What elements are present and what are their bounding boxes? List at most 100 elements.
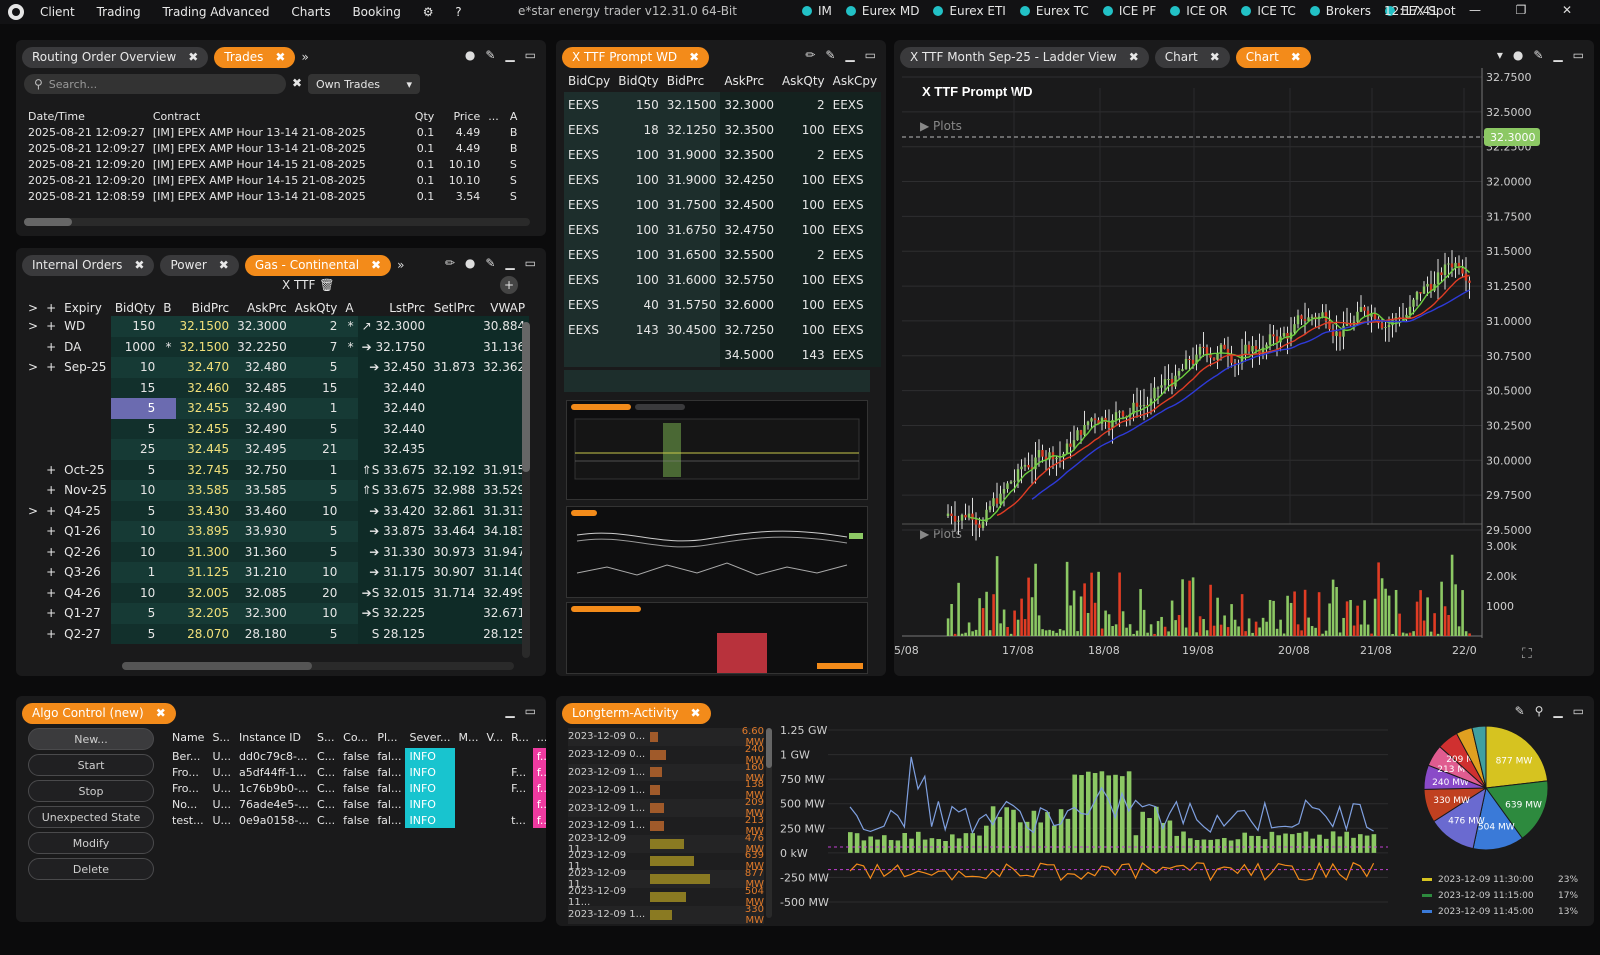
table-row[interactable]: test... U... 0e9a0158-... C... false fal... IN… — [168, 812, 546, 828]
col-qty[interactable]: Qty — [406, 108, 438, 124]
tab-routing-order-overview[interactable]: Routing Order Overview ✖ — [22, 46, 209, 68]
algo-col-header[interactable]: V... — [483, 726, 508, 748]
minimize-panel-icon[interactable]: ▁ — [505, 48, 514, 62]
table-row[interactable]: Fro... U... 1c76b9b0-... C... false fal... INF… — [168, 780, 546, 796]
edit-icon[interactable]: ✎ — [485, 48, 495, 62]
ladder-col-header[interactable]: BidPrc — [663, 70, 721, 92]
minimize-panel-icon[interactable]: ▁ — [505, 704, 514, 718]
activity-pie-chart[interactable]: 877 MW639 MW504 MW476 MW330 MW240 MW213 … — [1408, 724, 1588, 924]
table-row[interactable]: 2025-08-21 12:08:59 [IM] EPEX AMP Hour 13… — [24, 188, 524, 204]
algo-col-header[interactable]: S... — [313, 726, 339, 748]
settings-icon[interactable]: ⚙ — [423, 5, 434, 19]
close-icon[interactable]: ✕ — [1544, 3, 1590, 17]
connection-eurex-tc[interactable]: Eurex TC — [1019, 4, 1089, 18]
ladder-row[interactable]: EEXS 40 31.5750 32.6000 100 EEXS — [564, 292, 882, 317]
close-tab-icon[interactable]: ✖ — [275, 50, 285, 64]
menu-booking[interactable]: Booking — [352, 5, 400, 19]
ladder-row[interactable]: EEXS 100 31.6000 32.5750 100 EEXS — [564, 267, 882, 292]
tab-gas-continental[interactable]: Gas - Continental ✖ — [244, 254, 392, 276]
ladder-row[interactable]: EEXS 100 31.9000 32.4250 100 EEXS — [564, 167, 882, 192]
market-col-header[interactable]: Expiry — [60, 300, 111, 316]
table-row[interactable]: 2025-08-21 12:09:27 [IM] EPEX AMP Hour 13… — [24, 124, 524, 140]
horizontal-scrollbar[interactable] — [24, 218, 530, 226]
table-row[interactable]: 2025-08-21 12:09:20 [IM] EPEX AMP Hour 14… — [24, 156, 524, 172]
ladder-col-header[interactable]: BidCpy — [564, 70, 614, 92]
table-row[interactable]: + Oct-25 5 32.745 32.750 1 ⇑S 33.675 32.192 31.9… — [24, 459, 530, 480]
maximize-panel-icon[interactable]: ▭ — [525, 704, 536, 718]
plots-toggle-volume[interactable]: ▶ Plots — [920, 527, 962, 541]
help-icon[interactable]: ? — [455, 5, 461, 19]
restore-icon[interactable]: ❐ — [1498, 3, 1544, 17]
connection-brokers[interactable]: Brokers — [1309, 4, 1371, 18]
table-row[interactable]: > + Q4-25 5 33.430 33.460 10 ➔ 33.420 32.861 31.3… — [24, 500, 530, 521]
minimize-icon[interactable]: — — [1452, 3, 1498, 17]
more-tabs-icon[interactable]: » — [397, 258, 404, 272]
table-row[interactable]: 15 32.460 32.485 15 32.440 — [24, 377, 530, 398]
zoom-icon[interactable]: ⚲ — [1535, 704, 1544, 718]
thumbnail-algo-activity[interactable] — [566, 400, 868, 500]
table-row[interactable]: > + WD 150 32.1500 32.3000 2 * ↗ 32.3000 30.884 — [24, 316, 530, 337]
tab-chart-2[interactable]: Chart ✖ — [1235, 46, 1311, 68]
close-tab-icon[interactable]: ✖ — [188, 50, 198, 64]
unexpected-state-button[interactable]: Unexpected State — [28, 806, 154, 828]
table-row[interactable]: Fro... U... a5df44ff-1... C... false fal... IN… — [168, 764, 546, 780]
fullscreen-icon[interactable]: ⛶ — [1522, 646, 1532, 662]
connection-im[interactable]: IM — [802, 4, 832, 18]
table-row[interactable]: 5 32.455 32.490 1 32.440 — [24, 398, 530, 419]
algo-col-header[interactable]: R... — [507, 726, 533, 748]
algo-col-header[interactable]: Pl... — [373, 726, 405, 748]
maximize-panel-icon[interactable]: ▭ — [1573, 48, 1584, 62]
algo-col-header[interactable]: Sever... — [405, 726, 454, 748]
close-tab-icon[interactable]: ✖ — [219, 258, 229, 272]
edit-icon[interactable]: ✎ — [1533, 48, 1543, 62]
market-col-header[interactable]: B — [159, 300, 175, 316]
algo-col-header[interactable]: S... — [208, 726, 235, 748]
new-algo-button[interactable]: New... — [28, 728, 154, 750]
edit-icon[interactable]: ✎ — [1515, 704, 1525, 718]
table-row[interactable]: 25 32.445 32.495 21 32.435 — [24, 439, 530, 460]
activity-chart[interactable]: 1.25 GW 1 GW 750 MW 500 MW 250 MW 0 kW -250 MW… — [778, 724, 1398, 924]
tab-ladder-view[interactable]: X TTF Month Sep-25 - Ladder View ✖ — [900, 46, 1149, 68]
record-icon[interactable]: ● — [465, 256, 475, 270]
menu-trading[interactable]: Trading — [97, 5, 141, 19]
ladder-row[interactable]: 34.5000 143 EEXS — [564, 342, 882, 367]
market-col-header[interactable]: AskQty — [291, 300, 342, 316]
ladder-col-header[interactable]: AskCpy — [829, 70, 882, 92]
ladder-row[interactable]: EEXS 100 31.6500 32.5500 2 EEXS — [564, 242, 882, 267]
col-action[interactable]: A — [506, 108, 524, 124]
thumbnail-month-chart[interactable] — [566, 506, 868, 598]
tab-chart-1[interactable]: Chart ✖ — [1154, 46, 1230, 68]
market-col-header[interactable]: A — [341, 300, 357, 316]
connection-eurex-md[interactable]: Eurex MD — [845, 4, 919, 18]
menu-charts[interactable]: Charts — [291, 5, 330, 19]
algo-col-header[interactable]: Co... — [339, 726, 373, 748]
maximize-panel-icon[interactable]: ▭ — [525, 256, 536, 270]
ladder-row[interactable]: EEXS 100 31.7500 32.4500 100 EEXS — [564, 192, 882, 217]
table-row[interactable]: > + Sep-25 10 32.470 32.480 5 ➔ 32.450 31.873 32.… — [24, 357, 530, 378]
table-row[interactable]: + Q4-26 10 32.005 32.085 20 ➔S 32.015 31.714 32.… — [24, 582, 530, 603]
market-col-header[interactable]: LstPrc — [358, 300, 430, 316]
connection-ice-or[interactable]: ICE OR — [1170, 4, 1227, 18]
col-datetime[interactable]: Date/Time — [24, 108, 149, 124]
table-row[interactable]: + Q1-26 10 33.895 33.930 5 ➔ 33.875 33.464 34.18… — [24, 521, 530, 542]
menu-trading-advanced[interactable]: Trading Advanced — [162, 5, 269, 19]
delete-button[interactable]: Delete — [28, 858, 154, 880]
algo-col-header[interactable]: Name — [168, 726, 208, 748]
table-row[interactable]: No... U... 76ade4e5-... C... false fal... INFO… — [168, 796, 546, 812]
minimize-panel-icon[interactable]: ▁ — [1553, 48, 1562, 62]
chevron-down-icon[interactable]: ▾ — [1497, 48, 1503, 62]
close-tab-icon[interactable]: ✖ — [1129, 50, 1139, 64]
horizontal-scrollbar[interactable] — [122, 662, 514, 670]
tab-power[interactable]: Power ✖ — [160, 254, 239, 276]
market-col-header[interactable]: BidQty — [111, 300, 159, 316]
price-chart[interactable]: X TTF Prompt WD ▶ Plots ▶ Plots 32.7500 3… — [894, 68, 1594, 668]
table-row[interactable]: Ber... U... dd0c79c8-... C... false fal... INF… — [168, 748, 546, 764]
table-row[interactable]: + Q1-27 5 32.205 32.300 10 ➔S 32.225 32.671 — [24, 603, 530, 624]
table-row[interactable]: 2025-08-21 12:09:27 [IM] EPEX AMP Hour 13… — [24, 140, 524, 156]
stop-button[interactable]: Stop — [28, 780, 154, 802]
ladder-row[interactable]: EEXS 143 30.4500 32.7250 100 EEXS — [564, 317, 882, 342]
table-row[interactable]: 5 32.455 32.490 5 32.440 — [24, 418, 530, 439]
clear-search-icon[interactable]: ✖ — [292, 76, 302, 90]
record-icon[interactable]: ● — [465, 48, 475, 62]
connection-ice-tc[interactable]: ICE TC — [1241, 4, 1296, 18]
